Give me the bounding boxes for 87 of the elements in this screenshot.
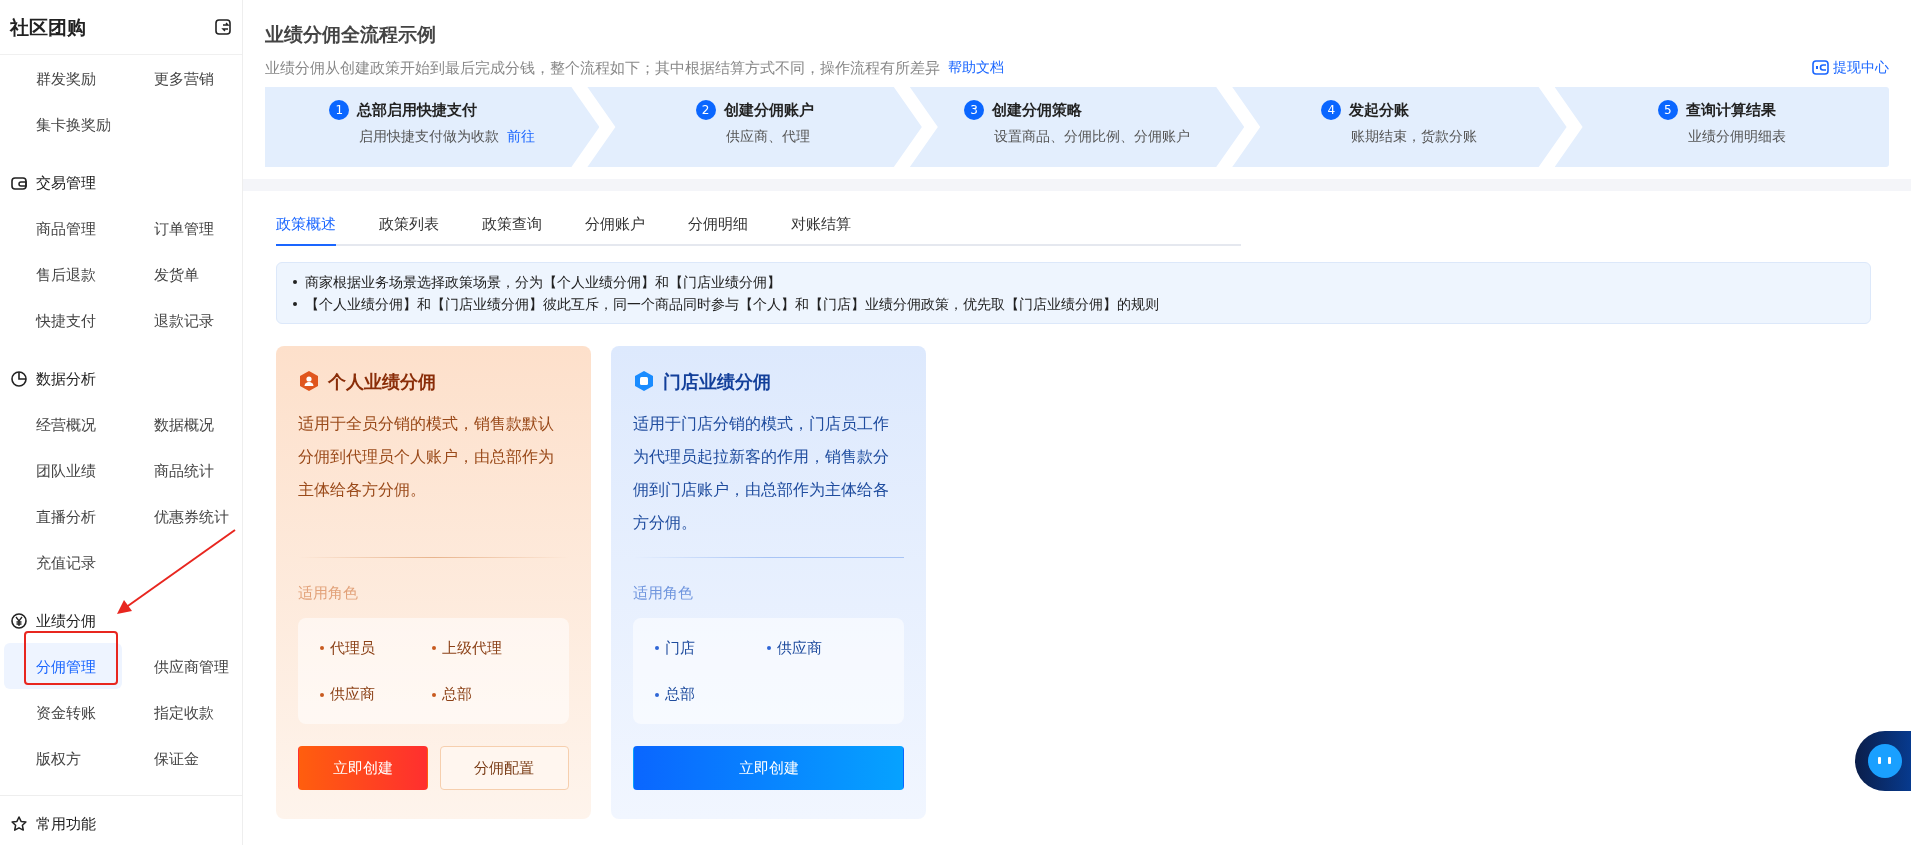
menu-item[interactable]: 资金转账: [4, 689, 122, 735]
config-button[interactable]: 分佣配置: [439, 746, 569, 790]
tab[interactable]: 对账结算: [791, 205, 851, 246]
page-title: 业绩分佣全流程示例: [265, 22, 437, 47]
menu-item[interactable]: 充值记录: [4, 539, 122, 585]
role-text: 代理员: [330, 638, 375, 657]
collapse-sidebar-icon[interactable]: [214, 18, 232, 36]
bullet-icon: [320, 646, 324, 650]
tab[interactable]: 分佣明细: [688, 205, 748, 246]
role-text: 上级代理: [442, 638, 502, 657]
menu-item[interactable]: 更多营销: [122, 55, 240, 101]
card-description: 适用于门店分销的模式，门店员工作为代理员起拉新客的作用，销售款分佣到门店账户，由总部作为主体给各方分佣。: [633, 412, 890, 534]
step-title: 总部启用快捷支付: [357, 100, 478, 121]
wallet-icon: [10, 174, 28, 192]
menu-item[interactable]: 团队业绩: [4, 447, 122, 493]
menu-item[interactable]: 商品管理: [4, 205, 122, 251]
app-title: 社区团购: [10, 14, 86, 40]
menu-item[interactable]: 售后退款: [4, 251, 122, 297]
goto-link[interactable]: 前往: [507, 125, 536, 147]
bullet-icon: [320, 692, 324, 697]
step-number: 2: [695, 100, 716, 121]
role-text: 总部: [442, 685, 472, 703]
step-description: 启用快捷支付做为收款: [359, 126, 500, 146]
tab[interactable]: 政策查询: [482, 205, 542, 246]
tab[interactable]: 政策概述: [276, 205, 336, 246]
menu-item[interactable]: 订单管理: [122, 205, 240, 251]
star-icon: [10, 815, 28, 833]
role-text: 供应商: [777, 638, 822, 657]
menu-group-title: 业绩分佣: [36, 610, 96, 632]
step-description: 业绩分佣明细表: [1687, 126, 1786, 146]
step-number: 4: [1321, 100, 1342, 121]
menu-item[interactable]: 商品统计: [122, 447, 240, 493]
card-title: 个人业绩分佣: [328, 369, 436, 394]
box-hexagon-icon: [633, 370, 655, 392]
person-hexagon-icon: [298, 370, 320, 392]
step-title: 发起分账: [1349, 100, 1410, 121]
notice-text: 【个人业绩分佣】和【门店业绩分佣】彼此互斥，同一个商品同时参与【个人】和【门店】业绩分佣政策，优先取【门店业绩分佣】的规则: [305, 294, 1159, 314]
pie-chart-icon: [10, 370, 28, 388]
step-description: 供应商、代理: [725, 126, 810, 146]
bullet-icon: [293, 279, 297, 284]
tab[interactable]: 分佣账户: [585, 205, 645, 246]
roles-label: 适用角色: [298, 582, 359, 604]
menu-item[interactable]: 直播分析: [4, 493, 122, 539]
menu-item[interactable]: 发货单: [122, 251, 240, 297]
role-text: 供应商: [330, 685, 375, 703]
menu-item[interactable]: 集卡换奖励: [4, 101, 122, 147]
menu-item[interactable]: 快捷支付: [4, 297, 122, 343]
tab[interactable]: 政策列表: [379, 205, 439, 246]
step-number: 1: [329, 100, 350, 121]
role-text: 门店: [665, 638, 695, 657]
card-title: 门店业绩分佣: [663, 369, 771, 394]
menu-item[interactable]: 数据概况: [122, 401, 240, 447]
bullet-icon: [432, 692, 436, 697]
bullet-icon: [655, 646, 659, 650]
step-title: 查询计算结果: [1685, 100, 1776, 121]
menu-item[interactable]: 供应商管理: [122, 643, 240, 689]
bullet-icon: [432, 646, 436, 650]
menu-item[interactable]: 分佣管理: [4, 643, 122, 689]
menu-group-title: 交易管理: [36, 172, 96, 194]
roles-label: 适用角色: [633, 582, 694, 604]
card-description: 适用于全员分销的模式，销售款默认分佣到代理员个人账户，由总部作为主体给各方分佣。: [298, 412, 555, 501]
role-text: 总部: [665, 685, 695, 703]
step-description: 设置商品、分佣比例、分佣账户: [994, 126, 1190, 146]
step-description: 账期结束，货款分账: [1351, 126, 1478, 146]
menu-item[interactable]: 群发奖励: [4, 55, 122, 101]
bullet-icon: [767, 646, 771, 650]
menu-item[interactable]: 经营概况: [4, 401, 122, 447]
menu-item[interactable]: 退款记录: [122, 297, 240, 343]
step-number: 5: [1657, 100, 1678, 121]
yen-coin-icon: [10, 612, 28, 630]
step-title: 创建分佣账户: [723, 100, 814, 121]
bullet-icon: [655, 692, 659, 697]
notice-text: 商家根据业务场景选择政策场景，分为【个人业绩分佣】和【门店业绩分佣】: [305, 272, 781, 292]
menu-group-title: 常用功能: [36, 813, 96, 835]
page-description: 业绩分佣从创建政策开始到最后完成分钱，整个流程如下；其中根据结算方式不同，操作流程有所差异: [265, 57, 940, 79]
menu-group-title: 数据分析: [36, 368, 96, 390]
menu-item[interactable]: 指定收款: [122, 689, 240, 735]
help-link[interactable]: 帮助文档: [948, 56, 1004, 79]
withdraw-link[interactable]: 提现中心: [1812, 57, 1889, 79]
step-number: 3: [964, 100, 984, 121]
bullet-icon: [293, 301, 297, 306]
menu-item[interactable]: 保证金: [122, 735, 240, 781]
menu-item[interactable]: 版权方: [4, 735, 122, 781]
create-button[interactable]: 立即创建: [633, 746, 904, 790]
step-title: 创建分佣策略: [992, 100, 1082, 121]
menu-item[interactable]: 优惠券统计: [122, 493, 240, 539]
wallet-icon: [1812, 60, 1829, 76]
